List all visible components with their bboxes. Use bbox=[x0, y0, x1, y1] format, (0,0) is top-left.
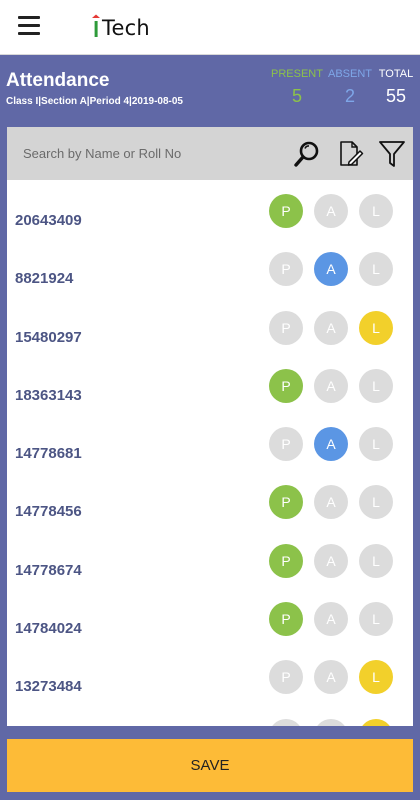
present-button[interactable]: P bbox=[269, 252, 303, 287]
logo-text: Tech bbox=[102, 16, 150, 40]
roll-number: 15480297 bbox=[15, 328, 82, 346]
absent-label: ABSENT bbox=[328, 68, 373, 80]
absent-button[interactable]: A bbox=[314, 194, 348, 228]
roll-number: 8821924 bbox=[15, 270, 74, 288]
absent-button[interactable]: A bbox=[314, 427, 348, 462]
leave-button[interactable]: L bbox=[359, 252, 393, 287]
leave-button[interactable]: L bbox=[359, 194, 393, 228]
present-button[interactable]: P bbox=[269, 368, 303, 403]
roll-number: 14778681 bbox=[15, 445, 82, 463]
leave-button[interactable]: L bbox=[359, 543, 393, 578]
edit-document-icon[interactable] bbox=[336, 139, 364, 169]
absent-button[interactable]: A bbox=[314, 368, 348, 403]
leave-button[interactable]: L bbox=[359, 310, 393, 345]
absent-button[interactable]: A bbox=[314, 252, 348, 287]
roll-number: 18363143 bbox=[15, 386, 82, 404]
total-count: 55 bbox=[385, 86, 407, 106]
leave-button[interactable]: L bbox=[359, 718, 393, 726]
student-row: 13273484 P A L bbox=[7, 646, 413, 704]
present-button[interactable]: P bbox=[269, 543, 303, 578]
total-label: TOTAL bbox=[378, 68, 414, 80]
leave-button[interactable]: L bbox=[359, 427, 393, 462]
present-button[interactable]: P bbox=[269, 427, 303, 462]
absent-button[interactable]: A bbox=[314, 660, 348, 695]
student-list: 20643409 P A L 8821924 P A L 15480297 P A L 18363143… bbox=[7, 180, 413, 726]
filter-icon[interactable] bbox=[378, 139, 406, 169]
roll-number: 14778674 bbox=[15, 561, 82, 579]
present-label: PRESENT bbox=[271, 68, 323, 80]
search-bar bbox=[7, 127, 413, 180]
student-row: 14778674 P A L bbox=[7, 530, 413, 588]
leave-button[interactable]: L bbox=[359, 368, 393, 403]
student-row: 8821924 P A L bbox=[7, 238, 413, 296]
save-button[interactable]: SAVE bbox=[7, 739, 413, 792]
page-title: Attendance bbox=[6, 70, 110, 91]
roll-number: 14784024 bbox=[15, 620, 82, 638]
present-button[interactable]: P bbox=[269, 718, 303, 726]
absent-button[interactable]: A bbox=[314, 602, 348, 637]
absent-count: 2 bbox=[344, 86, 355, 106]
student-row: 15480297 P A L bbox=[7, 297, 413, 355]
logo-i-mark-icon bbox=[92, 14, 100, 37]
present-button[interactable]: P bbox=[269, 602, 303, 637]
total-stat: TOTAL 55 bbox=[376, 68, 416, 107]
present-button[interactable]: P bbox=[269, 485, 303, 520]
absent-button[interactable]: A bbox=[314, 485, 348, 520]
attendance-header: Attendance Class I|Section A|Period 4|20… bbox=[0, 56, 420, 126]
leave-button[interactable]: L bbox=[359, 602, 393, 637]
present-button[interactable]: P bbox=[269, 194, 303, 228]
roll-number: 20643409 bbox=[15, 212, 82, 229]
leave-button[interactable]: L bbox=[359, 485, 393, 520]
search-input[interactable] bbox=[15, 137, 285, 169]
present-button[interactable]: P bbox=[269, 660, 303, 695]
absent-button[interactable]: A bbox=[314, 718, 348, 726]
student-row: 14784024 P A L bbox=[7, 588, 413, 646]
hamburger-menu-icon[interactable] bbox=[18, 16, 42, 36]
present-stat: PRESENT 5 bbox=[271, 68, 323, 107]
leave-button[interactable]: L bbox=[359, 660, 393, 695]
student-row: PAL bbox=[7, 705, 413, 726]
student-row: 14778456 P A L bbox=[7, 471, 413, 529]
attendance-card: 20643409PAL8821924PAL15480297PAL18363143… bbox=[7, 127, 413, 726]
search-icon[interactable] bbox=[293, 139, 321, 169]
student-row: 20643409 P A L bbox=[7, 180, 413, 238]
absent-button[interactable]: A bbox=[314, 543, 348, 578]
absent-stat: ABSENT 2 bbox=[328, 68, 372, 107]
student-row: 14778681 P A L bbox=[7, 413, 413, 471]
roll-number: 14778456 bbox=[15, 503, 82, 521]
present-count: 5 bbox=[291, 86, 302, 106]
app-bar: Tech bbox=[0, 0, 420, 55]
roll-number: 13273484 bbox=[15, 678, 82, 696]
present-button[interactable]: P bbox=[269, 310, 303, 345]
class-info: Class I|Section A|Period 4|2019-08-05 bbox=[6, 96, 183, 107]
student-row: 18363143 P A L bbox=[7, 355, 413, 413]
absent-button[interactable]: A bbox=[314, 310, 348, 345]
